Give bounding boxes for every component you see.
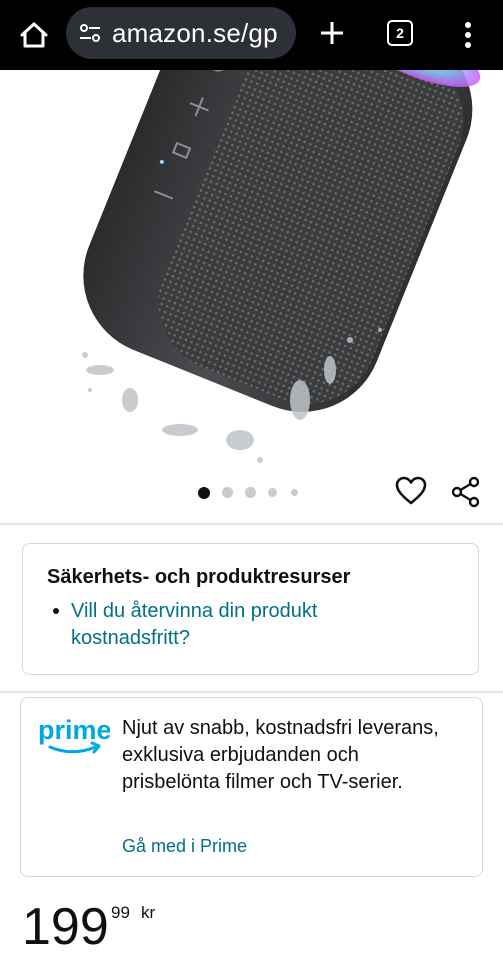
price-currency: kr <box>141 903 156 922</box>
home-icon <box>20 22 48 48</box>
product-image[interactable] <box>0 70 503 470</box>
section-divider <box>0 523 503 525</box>
tab-count: 2 <box>396 25 404 41</box>
safety-resources-card: Säkerhets- och produktresurser Vill du å… <box>22 543 479 675</box>
browser-menu-button[interactable] <box>458 18 478 52</box>
section-divider <box>0 691 503 693</box>
home-button[interactable] <box>14 16 54 54</box>
recycle-product-link[interactable]: Vill du återvinna din produkt kostnadsfr… <box>71 598 431 652</box>
prime-logo-text: prime <box>38 715 110 745</box>
share-icon <box>451 476 480 508</box>
price-whole: 199 <box>22 898 109 956</box>
join-prime-link[interactable]: Gå med i Prime <box>122 836 247 857</box>
bullet-point <box>53 608 59 614</box>
safety-resources-title: Säkerhets- och produktresurser <box>47 566 351 588</box>
carousel-dot-5[interactable] <box>291 489 298 496</box>
new-tab-button[interactable] <box>318 16 346 50</box>
price-fraction: 99 <box>111 903 130 922</box>
browser-toolbar: amazon.se/gp 2 <box>0 0 503 70</box>
tab-switcher-button[interactable]: 2 <box>387 20 413 46</box>
carousel-dot-3[interactable] <box>245 487 256 498</box>
share-button[interactable] <box>450 476 482 508</box>
carousel-dot-2[interactable] <box>222 487 233 498</box>
speaker-image <box>82 70 481 463</box>
menu-icon <box>465 22 471 48</box>
site-settings-icon <box>80 24 100 42</box>
prime-description: Njut av snabb, kostnadsfri leverans, exk… <box>122 717 439 793</box>
prime-promo-card: prime Njut av snabb, kostnadsfri leveran… <box>20 697 483 877</box>
plus-icon <box>321 22 343 44</box>
heart-icon <box>395 476 427 505</box>
wishlist-button[interactable] <box>395 476 427 506</box>
url-text: amazon.se/gp <box>112 18 278 48</box>
address-bar[interactable]: amazon.se/gp <box>66 7 296 59</box>
prime-logo: prime <box>38 715 110 754</box>
carousel-dot-4[interactable] <box>268 488 277 497</box>
carousel-dot-1[interactable] <box>198 487 210 499</box>
